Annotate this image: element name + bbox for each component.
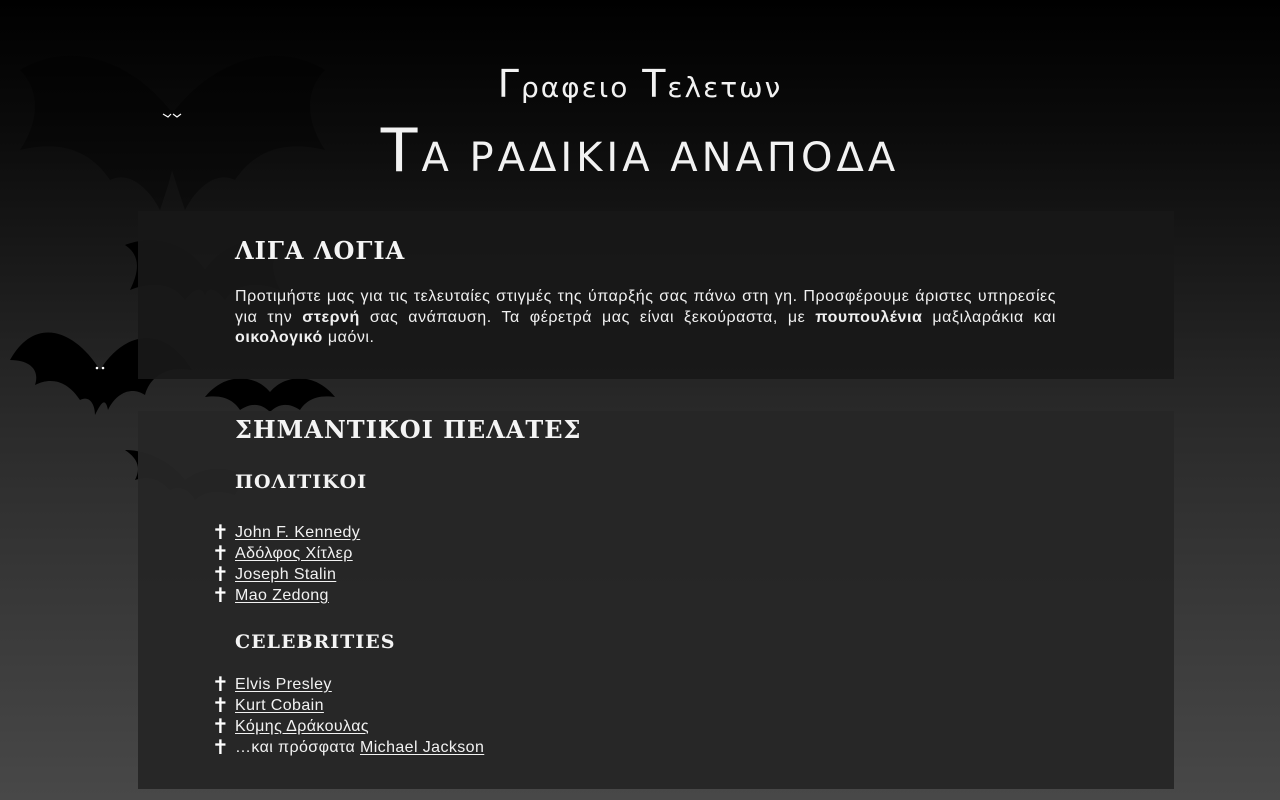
list-item: ✝ John F. Kennedy [212,522,360,543]
about-heading: ΛΙΓΑ ΛΟΓΙΑ [235,236,406,265]
cross-icon: ✝ [212,672,230,696]
recent-prefix: …και πρόσφατα [235,739,360,756]
list-item: ✝ Joseph Stalin [212,564,360,585]
client-link[interactable]: Κόμης Δράκουλας [235,718,369,735]
client-link[interactable]: Kurt Cobain [235,697,324,714]
client-link[interactable]: Joseph Stalin [235,566,336,583]
clients-heading: ΣΗΜΑΝΤΙΚΟΙ ΠΕΛΑΤΕΣ [235,415,582,444]
list-item: ✝ Κόμης Δράκουλας [212,716,484,737]
office-title: Γραφειο Τελετων [497,62,783,106]
celebrities-list: ✝ Elvis Presley ✝ Kurt Cobain ✝ Κόμης Δράκο… [212,674,484,758]
cross-icon: ✝ [212,562,230,586]
list-item: ✝ Elvis Presley [212,674,484,695]
celebrities-heading: CELEBRITIES [235,631,396,653]
list-item: ✝ Mao Zedong [212,585,360,606]
about-text: Προτιμήστε μας για τις τελευταίες στιγμέ… [235,288,1056,346]
list-item: ✝ Αδόλφος Χίτλερ [212,543,360,564]
bat-4 [205,378,335,412]
client-link[interactable]: John F. Kennedy [235,524,360,541]
cross-icon: ✝ [212,541,230,565]
clients-section: ΣΗΜΑΝΤΙΚΟΙ ΠΕΛΑΤΕΣ ΠΟΛΙΤΙΚΟΙ ✝ John F. Ke… [138,411,1174,789]
cross-icon: ✝ [212,693,230,717]
politicians-list: ✝ John F. Kennedy ✝ Αδόλφος Χίτλερ ✝ Joseph… [212,522,360,606]
politicians-heading: ΠΟΛΙΤΙΚΟΙ [235,471,368,493]
cross-icon: ✝ [212,714,230,738]
client-link[interactable]: Αδόλφος Χίτλερ [235,545,353,562]
client-link[interactable]: Michael Jackson [360,739,484,756]
business-name: Τα ραδικια αναποδα [380,116,900,186]
cross-icon: ✝ [212,520,230,544]
client-link[interactable]: Elvis Presley [235,676,332,693]
list-item: ✝ …και πρόσφατα Michael Jackson [212,737,484,758]
list-item: ✝ Kurt Cobain [212,695,484,716]
cross-icon: ✝ [212,735,230,759]
about-section: ΛΙΓΑ ΛΟΓΙΑ Προτιμήστε μας για τις τελευτ… [138,211,1174,379]
client-link[interactable]: Mao Zedong [235,587,329,604]
cross-icon: ✝ [212,583,230,607]
